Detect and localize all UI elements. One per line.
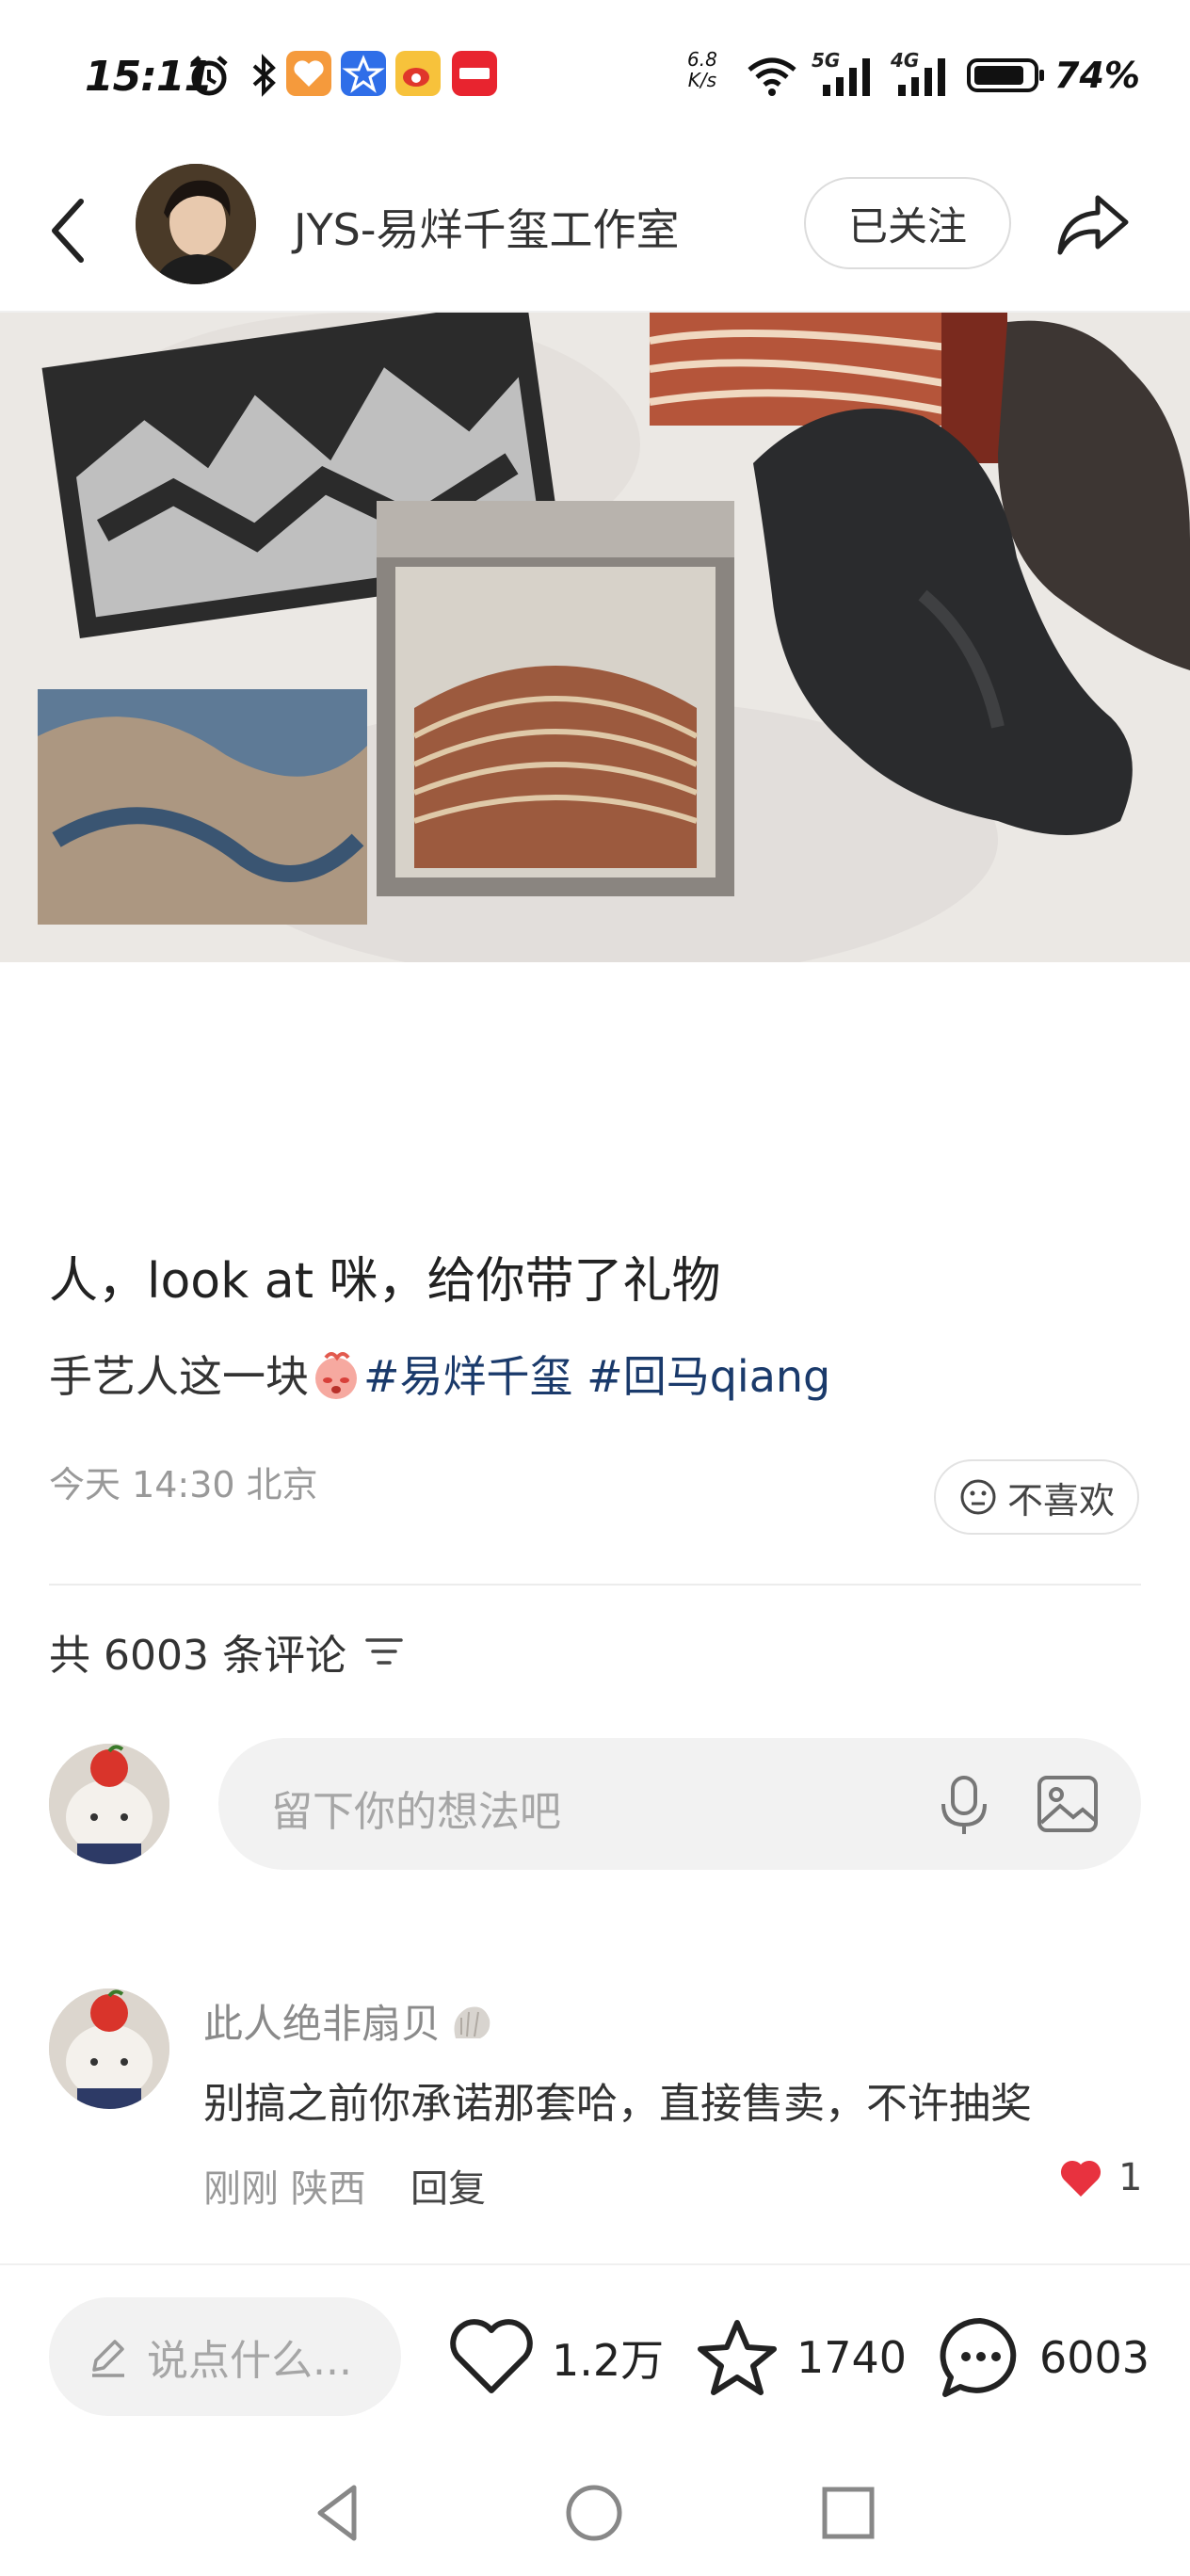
- weibo-icon: [395, 51, 441, 96]
- say-something-input[interactable]: 说点什么...: [49, 2297, 401, 2416]
- image-icon[interactable]: [1030, 1766, 1105, 1842]
- comment-avatar[interactable]: [49, 1988, 169, 2109]
- comment-input-placeholder: 留下你的想法吧: [271, 1788, 561, 1836]
- bluetooth-icon: [252, 54, 276, 97]
- like-button[interactable]: 1.2万: [446, 2312, 664, 2403]
- shell-badge-icon: [454, 2006, 490, 2038]
- system-nav-bar: [0, 2457, 1190, 2576]
- alarm-icon: [190, 56, 228, 96]
- post-meta: 今天 14:30 北京: [49, 1464, 318, 1505]
- post-body: 手艺人这一块 #易烊千玺​ #回马qiang: [49, 1343, 830, 1405]
- divider: [0, 2263, 1190, 2265]
- hashtag-link[interactable]: #易烊千玺: [363, 1351, 573, 1402]
- comment-username[interactable]: 此人绝非扇贝: [203, 1992, 495, 2050]
- author-avatar[interactable]: [136, 164, 256, 284]
- heart-filled-icon: [1060, 2160, 1102, 2197]
- post-title: 人，look at 咪，给你带了礼物: [49, 1253, 721, 1310]
- post-image[interactable]: [0, 313, 1190, 962]
- dislike-label: 不喜欢: [1006, 1479, 1115, 1521]
- comment-location: 陕西: [290, 2167, 366, 2211]
- comment-count-label: 共 6003 条评论: [49, 1632, 346, 1680]
- comment-input[interactable]: 留下你的想法吧: [218, 1738, 1141, 1870]
- favorite-count: 1740: [796, 2332, 908, 2383]
- hashtag-link[interactable]: #回马qiang: [587, 1351, 830, 1402]
- comment-time: 刚刚: [203, 2167, 279, 2211]
- divider: [49, 1584, 1141, 1586]
- sort-icon[interactable]: [363, 1633, 405, 1670]
- my-avatar: [49, 1744, 169, 1864]
- comments-count: 6003: [1039, 2332, 1150, 2383]
- nav-back-icon[interactable]: [307, 2480, 373, 2546]
- favorite-button[interactable]: 1740: [693, 2312, 907, 2403]
- comment-bubble-icon: [940, 2317, 1017, 2397]
- nav-recents-icon[interactable]: [815, 2480, 881, 2546]
- signal-bars-2-icon: [898, 58, 945, 96]
- share-icon[interactable]: [1051, 183, 1135, 267]
- app-star-icon: [341, 51, 386, 96]
- battery-percent: 74%: [1054, 55, 1140, 96]
- xiaohongshu-icon: [452, 51, 497, 96]
- say-something-placeholder: 说点什么...: [147, 2337, 352, 2385]
- comment-username-text: 此人绝非扇贝: [203, 2001, 442, 2047]
- nav-home-icon[interactable]: [561, 2480, 627, 2546]
- neutral-face-icon: [960, 1479, 996, 1515]
- signal-bars-1-icon: [823, 58, 870, 96]
- app-heart-icon: [286, 51, 331, 96]
- star-icon: [698, 2320, 777, 2395]
- comment-like-button[interactable]: 1: [1058, 2156, 1142, 2199]
- battery-icon: [967, 58, 1044, 92]
- status-bar: 15:11 6.8 K/s 5G 4G 74%: [0, 0, 1190, 151]
- post-body-text: 手艺人这一块: [49, 1351, 309, 1402]
- heart-icon: [450, 2319, 533, 2393]
- pencil-icon: [92, 2340, 124, 2377]
- comment-meta: 刚刚 陕西: [203, 2158, 366, 2213]
- shy-face-emoji-icon: [315, 1352, 357, 1399]
- comment-text: 别搞之前你承诺那套哈，直接售卖，不许抽奖: [203, 2080, 1032, 2128]
- microphone-icon[interactable]: [926, 1766, 1002, 1842]
- dislike-button[interactable]: 不喜欢: [934, 1459, 1139, 1535]
- post-header: JYS-易烊千玺工作室 已关注: [0, 151, 1190, 313]
- back-button[interactable]: [41, 188, 102, 273]
- net-speed: 6.8 K/s: [687, 48, 717, 91]
- wifi-icon: [748, 57, 796, 96]
- reply-button[interactable]: 回复: [410, 2158, 486, 2213]
- like-count: 1.2万: [552, 2335, 665, 2386]
- follow-button[interactable]: 已关注: [804, 177, 1011, 269]
- comment-like-count: 1: [1118, 2156, 1143, 2199]
- comments-button[interactable]: 6003: [936, 2312, 1150, 2403]
- comment-count-header: 共 6003 条评论: [49, 1621, 405, 1682]
- author-name[interactable]: JYS-易烊千玺工作室: [294, 196, 679, 258]
